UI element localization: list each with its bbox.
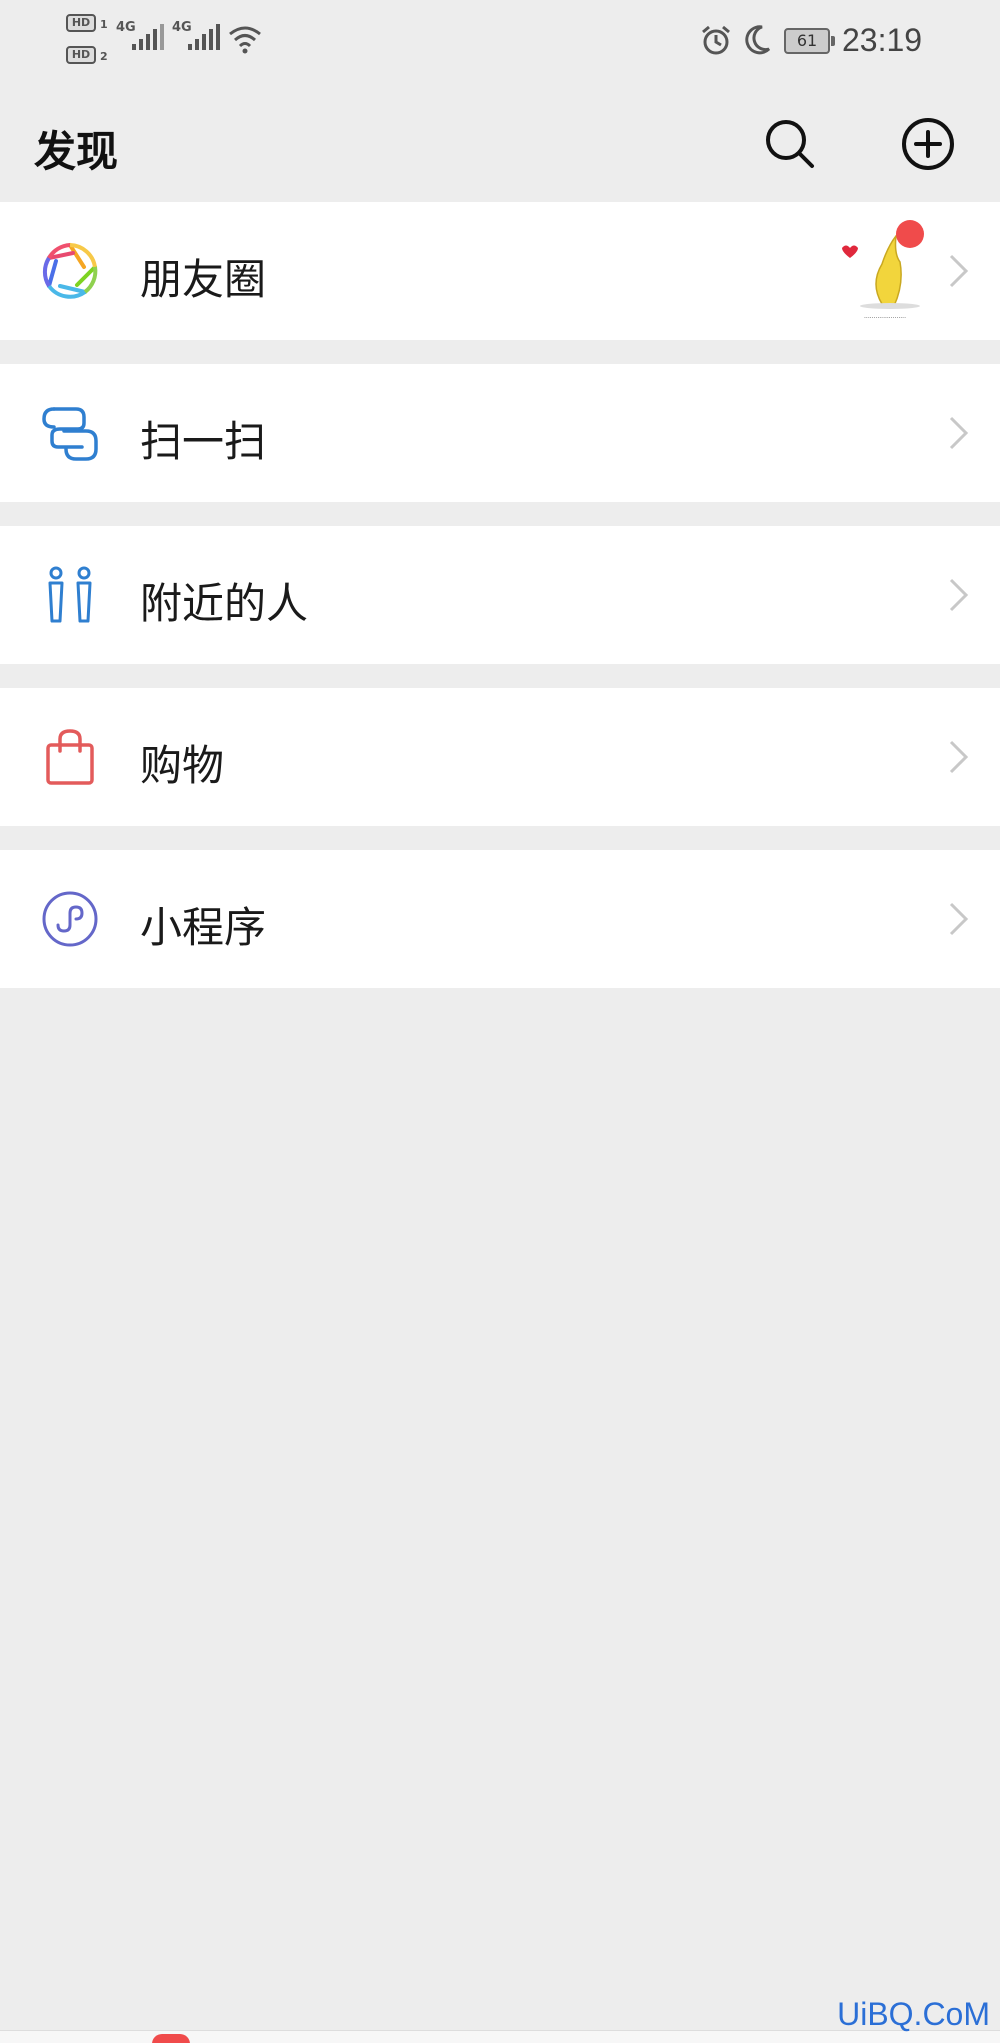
wifi-icon	[229, 26, 261, 54]
people-nearby-icon	[48, 566, 92, 623]
menu-item-shopping[interactable]: 购物	[0, 688, 1000, 826]
chevron-right-icon	[949, 416, 969, 450]
status-time: 23:19	[842, 22, 923, 58]
menu-item-scan[interactable]: 扫一扫	[0, 364, 1000, 502]
chevron-right-icon	[949, 578, 969, 612]
menu-item-label: 朋友圈	[140, 255, 267, 304]
menu-item-mini-programs[interactable]: 小程序	[0, 850, 1000, 988]
battery-level: 61	[784, 28, 835, 54]
moments-aperture-icon	[42, 243, 98, 299]
alarm-icon	[702, 25, 730, 55]
signal-icon	[188, 24, 220, 50]
hd-badge-sim1: HD	[66, 14, 96, 32]
svg-text:······················: ······················	[864, 315, 906, 322]
chevron-right-icon	[949, 902, 969, 936]
moon-icon	[745, 25, 771, 55]
page-title: 发现	[34, 127, 119, 176]
menu-item-label: 小程序	[140, 903, 267, 952]
sim1-number: 1	[100, 18, 108, 31]
menu-item-label: 附近的人	[140, 579, 309, 628]
status-bar: HD 1 HD 2 4G 4G 61 23:19	[0, 0, 1000, 88]
sim2-number: 2	[100, 50, 108, 63]
menu-item-label: 扫一扫	[140, 417, 267, 466]
hd-badge-sim2: HD	[66, 46, 96, 64]
top-header: 发现	[0, 88, 1000, 202]
shopping-bag-icon	[46, 729, 94, 785]
menu-item-moments[interactable]: 朋友圈 ······················	[0, 202, 1000, 340]
mini-program-icon	[42, 891, 98, 947]
menu-item-label: 购物	[140, 741, 225, 790]
chevron-right-icon	[949, 740, 969, 774]
scan-icon	[42, 407, 98, 461]
chevron-right-icon	[949, 254, 969, 288]
tab-badge	[152, 2034, 190, 2043]
notification-dot	[896, 220, 924, 248]
add-circle-icon[interactable]	[896, 112, 960, 176]
system-indicators: 61 23:19	[700, 18, 1000, 68]
menu-item-people-nearby[interactable]: 附近的人	[0, 526, 1000, 664]
search-icon[interactable]	[758, 112, 822, 176]
signal-icon	[132, 24, 164, 50]
watermark: UiBQ.CoM	[837, 1996, 990, 2032]
network-indicators: HD 1 HD 2 4G 4G	[66, 14, 286, 74]
